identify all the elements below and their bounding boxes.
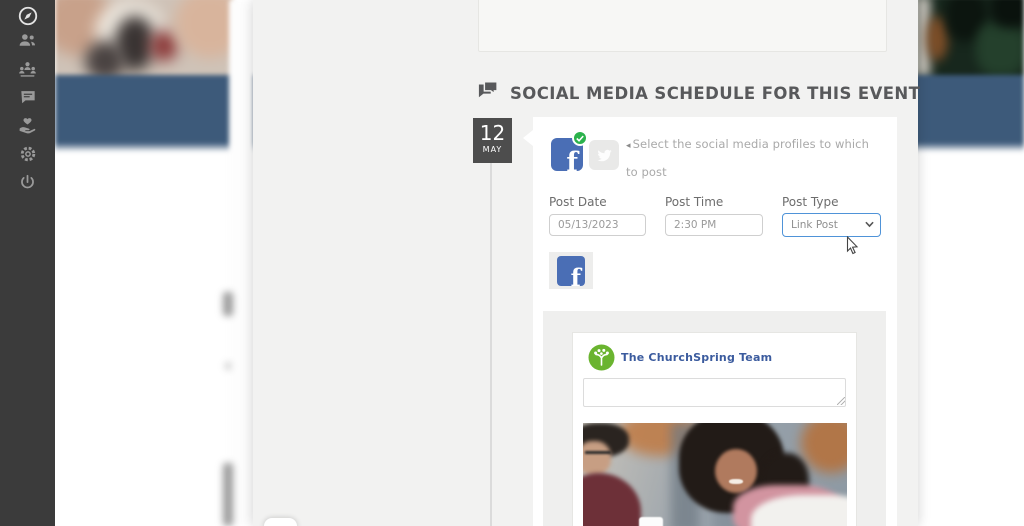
timeline-date-badge: 12 MAY xyxy=(473,118,512,163)
groups-icon[interactable] xyxy=(0,56,55,82)
mouse-cursor xyxy=(846,236,859,255)
facebook-icon: f xyxy=(557,255,585,286)
date-month: MAY xyxy=(482,145,503,154)
churchspring-logo-icon xyxy=(588,344,615,371)
comments-icon xyxy=(478,81,498,98)
post-date-input[interactable] xyxy=(549,214,646,236)
main-panel: SOCIAL MEDIA SCHEDULE FOR THIS EVENT 12 … xyxy=(253,0,921,526)
timeline-line xyxy=(490,163,492,526)
post-author-name: The ChurchSpring Team xyxy=(621,351,773,364)
post-time-label: Post Time xyxy=(665,195,724,209)
members-icon[interactable] xyxy=(0,27,55,53)
screen: SOCIAL MEDIA SCHEDULE FOR THIS EVENT 12 … xyxy=(0,0,1024,526)
settings-icon[interactable] xyxy=(0,141,55,167)
post-message-input[interactable] xyxy=(583,378,846,407)
post-image xyxy=(583,423,847,526)
sidebar xyxy=(0,0,55,526)
power-icon[interactable] xyxy=(0,169,55,195)
post-type-select[interactable]: Link Post xyxy=(782,213,881,237)
chevron-down-icon xyxy=(865,221,874,228)
twitter-icon xyxy=(596,149,612,161)
upper-section-box xyxy=(478,0,887,52)
date-day: 12 xyxy=(479,121,506,145)
textarea-resize-grip[interactable] xyxy=(837,397,845,405)
post-type-label: Post Type xyxy=(782,195,839,209)
selected-check-icon xyxy=(572,130,588,146)
section-title: SOCIAL MEDIA SCHEDULE FOR THIS EVENT xyxy=(510,84,921,103)
post-type-selected-value: Link Post xyxy=(791,219,838,231)
twitter-profile-button[interactable] xyxy=(589,140,619,170)
bottom-left-tab[interactable] xyxy=(264,518,297,526)
facebook-network-tab[interactable]: f xyxy=(549,252,593,289)
background-header-photo-right xyxy=(916,0,1024,77)
post-time-input[interactable] xyxy=(665,214,763,236)
post-date-label: Post Date xyxy=(549,195,607,209)
compass-icon[interactable] xyxy=(0,3,55,29)
messages-icon[interactable] xyxy=(0,84,55,110)
background-page-strip xyxy=(223,0,254,526)
post-preview-container: The ChurchSpring Team xyxy=(543,311,886,526)
facebook-post-preview: The ChurchSpring Team xyxy=(572,332,857,526)
left-arrow-glyph: ◂ xyxy=(626,141,631,151)
profiles-hint: ◂ Select the social media profiles to whi… xyxy=(626,137,869,179)
facebook-icon: f xyxy=(566,147,578,171)
background-header-photo-left xyxy=(55,0,233,79)
schedule-card: f ◂ Select the social media profiles to w… xyxy=(523,117,897,526)
giving-icon[interactable] xyxy=(0,112,55,138)
card-arrow xyxy=(523,130,533,146)
